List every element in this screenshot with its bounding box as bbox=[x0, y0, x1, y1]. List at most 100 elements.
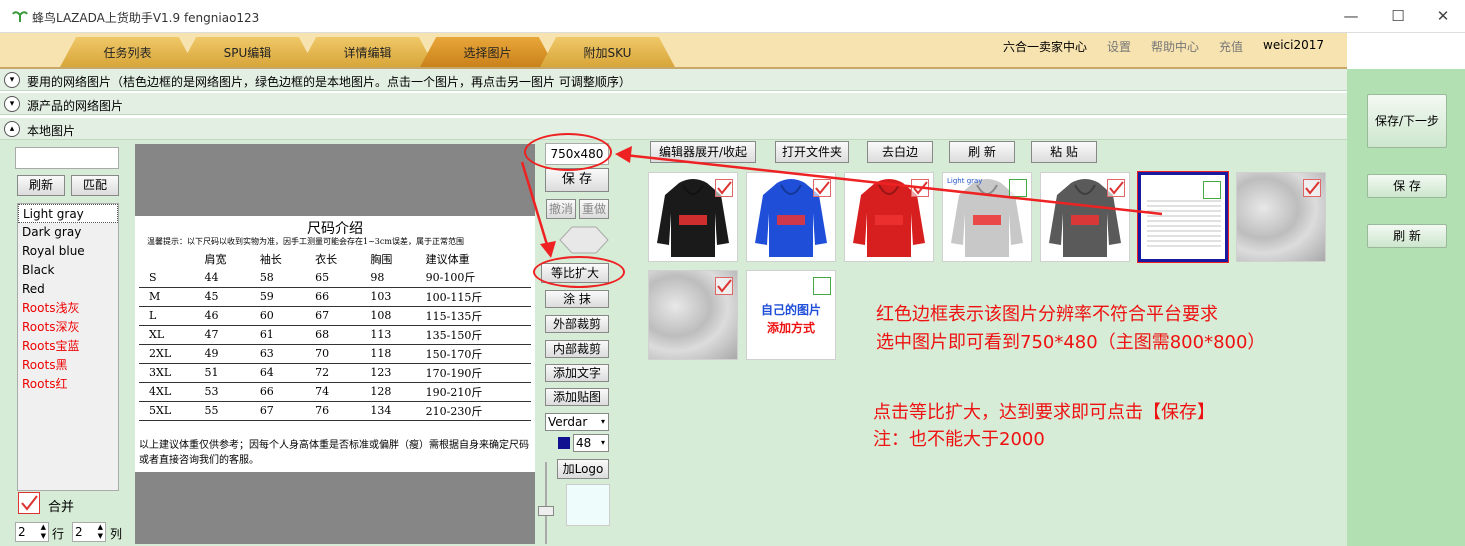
table-cell: 108 bbox=[360, 306, 416, 326]
thumbnail[interactable]: Light gray bbox=[942, 172, 1032, 262]
thumbnail[interactable] bbox=[1236, 172, 1326, 262]
thumbnail[interactable] bbox=[1040, 172, 1130, 262]
undo-button[interactable]: 撤消 bbox=[546, 199, 576, 219]
thumbnail-checkbox[interactable] bbox=[715, 277, 733, 295]
inner-crop-button[interactable]: 内部裁剪 bbox=[545, 340, 609, 358]
outer-crop-button[interactable]: 外部裁剪 bbox=[545, 315, 609, 333]
checkmark-icon bbox=[717, 279, 732, 293]
thumbnail-checkbox[interactable] bbox=[1107, 179, 1125, 197]
color-search-input[interactable] bbox=[15, 147, 119, 169]
paste-button[interactable]: 粘 贴 bbox=[1031, 141, 1097, 163]
editor-save-button[interactable]: 保 存 bbox=[545, 168, 609, 192]
smear-button[interactable]: 涂 抹 bbox=[545, 290, 609, 308]
logo-preview-box[interactable] bbox=[566, 484, 610, 526]
merge-checkbox[interactable] bbox=[18, 492, 40, 514]
color-list-item[interactable]: Roots深灰 bbox=[18, 318, 118, 337]
expand-chevron-icon[interactable]: ▾ bbox=[4, 96, 20, 112]
size-chart-tip: 温馨提示：以下尺码以收到实物为准，因手工测量可能会存在1~3cm误差，属于正常范… bbox=[147, 237, 464, 246]
checkmark-icon bbox=[717, 181, 732, 195]
cols-stepper[interactable]: 2 ▲ ▼ bbox=[72, 522, 106, 542]
size-chart-image[interactable]: 尺码介绍 温馨提示：以下尺码以收到实物为准，因手工测量可能会存在1~3cm误差，… bbox=[135, 216, 535, 472]
table-cell: 170-190斤 bbox=[415, 363, 531, 383]
add-logo-button[interactable]: 加Logo bbox=[557, 459, 609, 479]
color-list-item[interactable]: Black bbox=[18, 261, 118, 280]
close-button[interactable]: ✕ bbox=[1423, 4, 1463, 28]
annotation-line-4: 注：也不能大于2000 bbox=[873, 429, 1045, 450]
font-select[interactable]: Verdar ▾ bbox=[545, 413, 609, 431]
color-list-item[interactable]: Roots浅灰 bbox=[18, 299, 118, 318]
color-list-item[interactable]: Light gray bbox=[18, 204, 118, 223]
color-list-item[interactable]: Red bbox=[18, 280, 118, 299]
font-size-select[interactable]: 48 ▾ bbox=[573, 434, 609, 452]
chevron-down-icon: ▾ bbox=[600, 417, 605, 426]
seller-center-link[interactable]: 六合一卖家中心 bbox=[1003, 38, 1087, 55]
gallery-refresh-button[interactable]: 刷 新 bbox=[949, 141, 1015, 163]
right-action-panel: 保存/下一步 保 存 刷 新 bbox=[1347, 69, 1465, 546]
size-chart-header-cell: 衣长 bbox=[315, 252, 338, 266]
help-center-link[interactable]: 帮助中心 bbox=[1151, 38, 1199, 55]
thumbnail-checkbox[interactable] bbox=[715, 179, 733, 197]
table-cell: 98 bbox=[360, 268, 416, 288]
maximize-button[interactable]: ☐ bbox=[1378, 4, 1418, 28]
color-match-button[interactable]: 匹配 bbox=[71, 175, 119, 196]
open-folder-button[interactable]: 打开文件夹 bbox=[775, 141, 849, 163]
table-row: L 46 60 67 108 115-135斤 bbox=[139, 306, 531, 326]
redo-button[interactable]: 重做 bbox=[579, 199, 609, 219]
thumbnail[interactable] bbox=[648, 270, 738, 360]
thumbnail[interactable] bbox=[844, 172, 934, 262]
right-refresh-button[interactable]: 刷 新 bbox=[1367, 224, 1447, 248]
font-value: Verdar bbox=[548, 415, 588, 429]
recharge-link[interactable]: 充值 bbox=[1219, 38, 1243, 55]
right-save-button[interactable]: 保 存 bbox=[1367, 174, 1447, 198]
table-cell: 3XL bbox=[139, 363, 195, 383]
save-next-button[interactable]: 保存/下一步 bbox=[1367, 94, 1447, 148]
thumbnail-checkbox[interactable] bbox=[1303, 179, 1321, 197]
expand-chevron-icon[interactable]: ▾ bbox=[4, 72, 20, 88]
stepper-arrows-icon[interactable]: ▲ ▼ bbox=[41, 523, 46, 541]
text-color-swatch[interactable] bbox=[558, 437, 570, 449]
thumbnail-checkbox[interactable] bbox=[1009, 179, 1027, 197]
table-cell: 65 bbox=[305, 268, 361, 288]
zoom-slider-track[interactable] bbox=[545, 462, 547, 544]
settings-link[interactable]: 设置 bbox=[1107, 38, 1131, 55]
section-source-images[interactable]: ▾ 源产品的网络图片 bbox=[0, 93, 1347, 115]
thumbnail[interactable] bbox=[1137, 171, 1229, 263]
stepper-arrows-icon[interactable]: ▲ ▼ bbox=[98, 523, 103, 541]
thumbnail[interactable] bbox=[648, 172, 738, 262]
tab-select-image[interactable]: 选择图片 bbox=[420, 37, 555, 67]
thumbnail[interactable] bbox=[746, 172, 836, 262]
thumbnail-checkbox[interactable] bbox=[1203, 181, 1221, 199]
thumbnail-checkbox[interactable] bbox=[813, 277, 831, 295]
rows-stepper[interactable]: 2 ▲ ▼ bbox=[15, 522, 49, 542]
thumbnail[interactable]: 自己的图片 添加方式 bbox=[746, 270, 836, 360]
color-list-item[interactable]: Roots宝蓝 bbox=[18, 337, 118, 356]
add-text-button[interactable]: 添加文字 bbox=[545, 364, 609, 382]
merge-label: 合并 bbox=[48, 500, 75, 515]
size-chart-header-row: 肩宽 袖长 衣长 胸围 建议体重 bbox=[139, 249, 531, 268]
color-list-item[interactable]: Roots红 bbox=[18, 375, 118, 394]
tab-spu-edit[interactable]: SPU编辑 bbox=[180, 37, 315, 67]
collapse-chevron-icon[interactable]: ▴ bbox=[4, 121, 20, 137]
zoom-slider-handle[interactable] bbox=[538, 506, 554, 516]
color-refresh-button[interactable]: 刷新 bbox=[17, 175, 65, 196]
toggle-editor-button[interactable]: 编辑器展开/收起 bbox=[650, 141, 756, 163]
thumbnail-checkbox[interactable] bbox=[813, 179, 831, 197]
size-chart-table: 肩宽 袖长 衣长 胸围 建议体重 S 44 58 65 98 90-100斤 M 45 59 66 103 10… bbox=[139, 249, 531, 421]
table-cell: 44 bbox=[194, 268, 250, 288]
section-used-images[interactable]: ▾ 要用的网络图片（桔色边框的是网络图片，绿色边框的是本地图片。点击一个图片，再… bbox=[0, 69, 1347, 91]
table-cell: 63 bbox=[249, 344, 306, 364]
tab-task-list[interactable]: 任务列表 bbox=[60, 37, 195, 67]
tab-detail-edit[interactable]: 详情编辑 bbox=[300, 37, 435, 67]
add-sticker-button[interactable]: 添加贴图 bbox=[545, 388, 609, 406]
remove-border-button[interactable]: 去白边 bbox=[867, 141, 933, 163]
color-list[interactable]: Light gray Dark gray Royal blue Black Red Roo… bbox=[17, 203, 119, 491]
thumbnail-checkbox[interactable] bbox=[911, 179, 929, 197]
color-list-item[interactable]: Royal blue bbox=[18, 242, 118, 261]
tab-extra-sku[interactable]: 附加SKU bbox=[540, 37, 675, 67]
table-cell: 64 bbox=[249, 363, 306, 383]
color-list-item[interactable]: Roots黑 bbox=[18, 356, 118, 375]
section-local-images[interactable]: ▴ 本地图片 bbox=[0, 118, 1347, 140]
color-list-item[interactable]: Dark gray bbox=[18, 223, 118, 242]
minimize-button[interactable]: — bbox=[1331, 4, 1371, 28]
rotate-arrows-icon[interactable] bbox=[558, 225, 610, 255]
